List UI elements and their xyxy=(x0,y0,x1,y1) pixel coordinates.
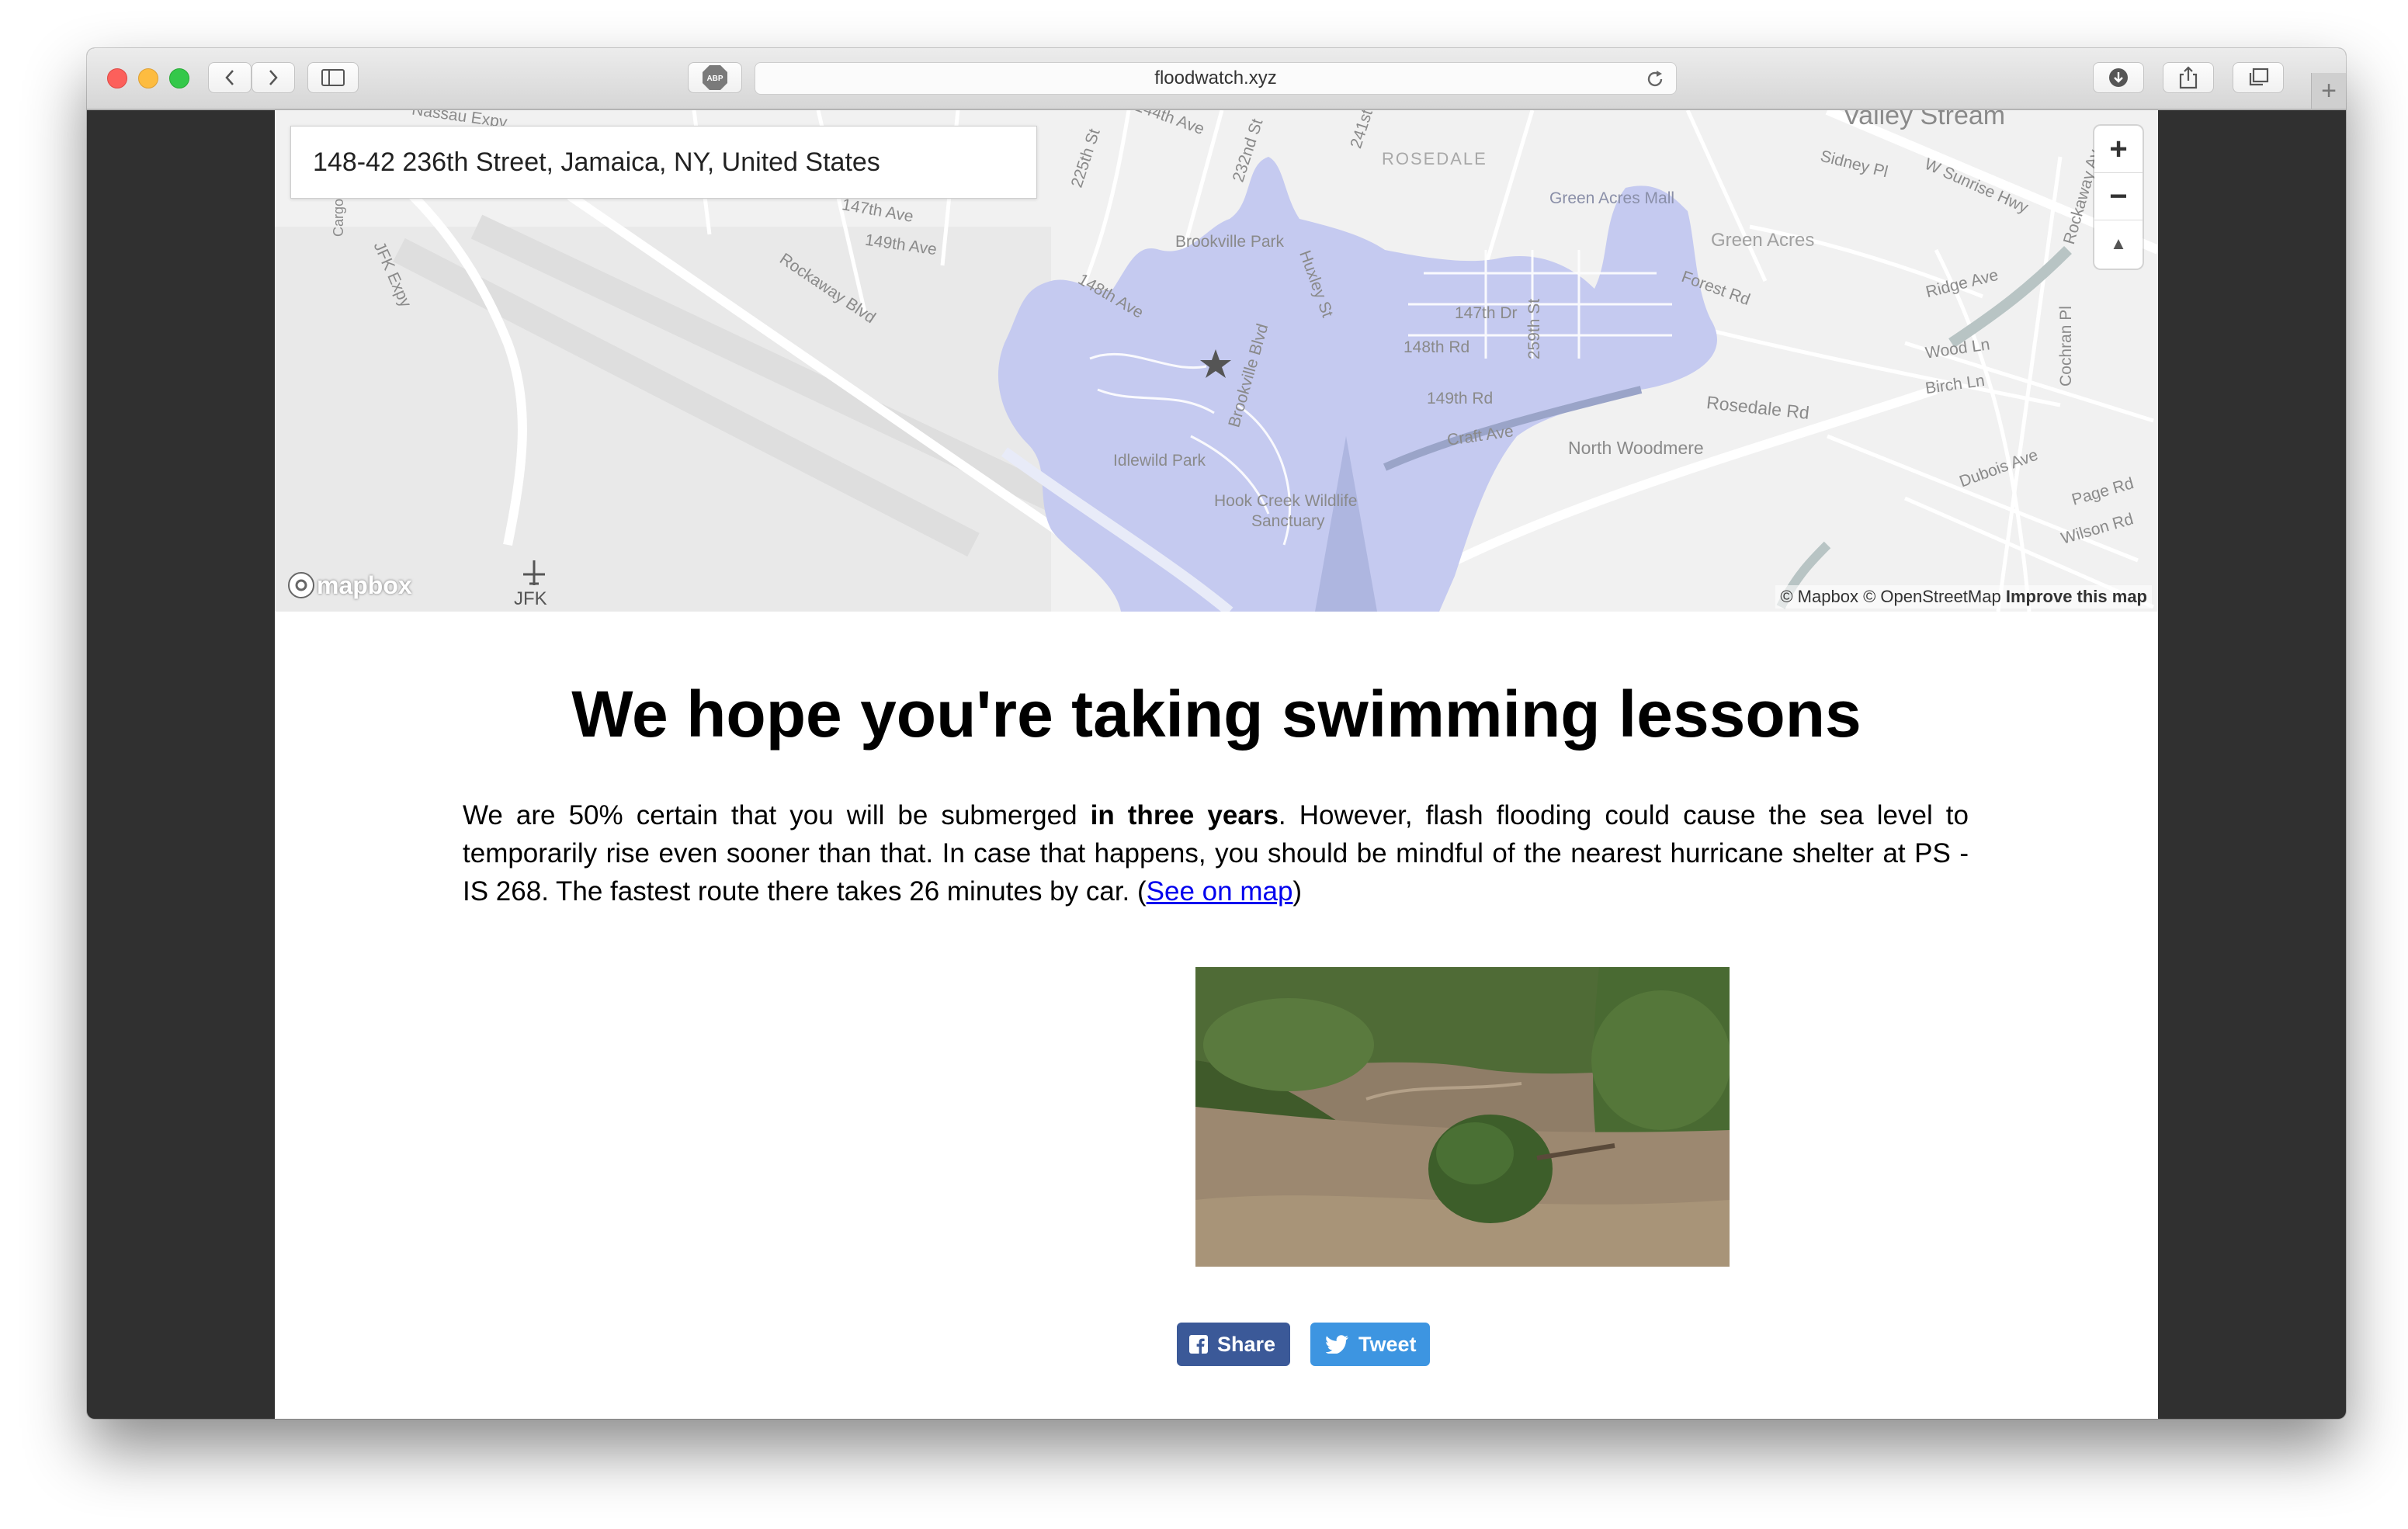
browser-window: ABP floodwatch.xyz + ROSEDALE Valley Str… xyxy=(87,48,2346,1419)
chevron-left-icon xyxy=(225,70,234,85)
flood-map[interactable]: ROSEDALE Valley Stream Sidney Pl W Sunri… xyxy=(275,110,2158,612)
summary-emphasis: in three years xyxy=(1090,800,1279,830)
map-label: Idlewild Park xyxy=(1113,452,1206,470)
facebook-share-label: Share xyxy=(1217,1332,1276,1356)
flood-photo xyxy=(1195,967,1730,1267)
flood-summary-paragraph: We are 50% certain that you will be subm… xyxy=(463,796,1969,910)
improve-map-link[interactable]: Improve this map xyxy=(2006,587,2147,606)
see-on-map-link[interactable]: See on map xyxy=(1147,876,1293,907)
airport-label: JFK xyxy=(514,588,547,609)
twitter-tweet-label: Tweet xyxy=(1358,1332,1417,1356)
page-content: ROSEDALE Valley Stream Sidney Pl W Sunri… xyxy=(275,110,2158,1419)
zoom-in-button[interactable]: + xyxy=(2094,126,2143,173)
maximize-window-button[interactable] xyxy=(169,68,189,88)
adblock-icon: ABP xyxy=(703,65,727,90)
map-label: Sanctuary xyxy=(1251,512,1325,530)
map-label: 259th St xyxy=(1525,298,1544,360)
url-text: floodwatch.xyz xyxy=(1154,68,1277,88)
tabs-icon xyxy=(2249,68,2269,86)
map-label: ROSEDALE xyxy=(1382,149,1487,168)
forward-button[interactable] xyxy=(252,62,295,93)
address-bar[interactable]: floodwatch.xyz xyxy=(755,62,1677,95)
page-title: We hope you're taking swimming lessons xyxy=(571,678,1862,751)
share-icon xyxy=(2179,66,2198,89)
map-zoom-controls: + − ▲ xyxy=(2094,126,2143,269)
map-label: Brookville Park xyxy=(1175,233,1285,251)
summary-text-end: ) xyxy=(1292,876,1303,907)
reload-icon[interactable] xyxy=(1645,69,1665,89)
map-label: Hook Creek Wildlife xyxy=(1214,492,1358,510)
zoom-out-button[interactable]: − xyxy=(2094,173,2143,220)
facebook-share-button[interactable]: Share xyxy=(1177,1323,1290,1366)
title-bar: ABP floodwatch.xyz + xyxy=(87,48,2346,110)
address-search-input[interactable]: 148-42 236th Street, Jamaica, NY, United… xyxy=(290,126,1037,199)
new-tab-button[interactable]: + xyxy=(2311,73,2346,109)
close-window-button[interactable] xyxy=(107,68,127,88)
mapbox-logo[interactable]: mapbox xyxy=(286,570,412,601)
adblock-button[interactable]: ABP xyxy=(688,62,742,93)
twitter-icon xyxy=(1326,1335,1348,1354)
svg-text:ABP: ABP xyxy=(706,75,723,83)
map-label: North Woodmere xyxy=(1568,438,1704,458)
sidebar-icon xyxy=(321,69,345,86)
compass-icon: ▲ xyxy=(2110,234,2127,253)
osm-attribution-link[interactable]: © OpenStreetMap xyxy=(1863,587,2001,606)
map-label: Cargo xyxy=(331,198,347,237)
twitter-tweet-button[interactable]: Tweet xyxy=(1310,1323,1430,1366)
map-label: Valley Stream xyxy=(1843,110,2006,130)
map-label: 148th Rd xyxy=(1404,338,1470,356)
compass-button[interactable]: ▲ xyxy=(2094,220,2143,267)
chevron-right-icon xyxy=(269,70,278,85)
downloads-button[interactable] xyxy=(2093,62,2144,93)
map-attribution: © Mapbox © OpenStreetMap Improve this ma… xyxy=(1775,585,2152,608)
facebook-icon xyxy=(1189,1335,1208,1354)
tabs-overview-button[interactable] xyxy=(2233,62,2284,93)
map-label: 147th Dr xyxy=(1455,304,1518,322)
map-label: 149th Rd xyxy=(1427,390,1494,407)
minimize-window-button[interactable] xyxy=(138,68,158,88)
sidebar-button[interactable] xyxy=(307,62,359,93)
mapbox-wordmark: mapbox xyxy=(317,570,412,599)
map-label: Green Acres xyxy=(1711,230,1815,251)
mapbox-attribution-link[interactable]: © Mapbox xyxy=(1780,587,1858,606)
mapbox-icon xyxy=(288,572,314,598)
plus-icon: + xyxy=(2321,75,2337,106)
share-page-button[interactable] xyxy=(2163,62,2214,93)
map-label: Green Acres Mall xyxy=(1549,189,1675,207)
map-label: Cochran Pl xyxy=(2056,306,2075,387)
back-button[interactable] xyxy=(208,62,252,93)
summary-text-start: We are 50% certain that you will be subm… xyxy=(463,800,1091,830)
download-icon xyxy=(2109,68,2128,87)
